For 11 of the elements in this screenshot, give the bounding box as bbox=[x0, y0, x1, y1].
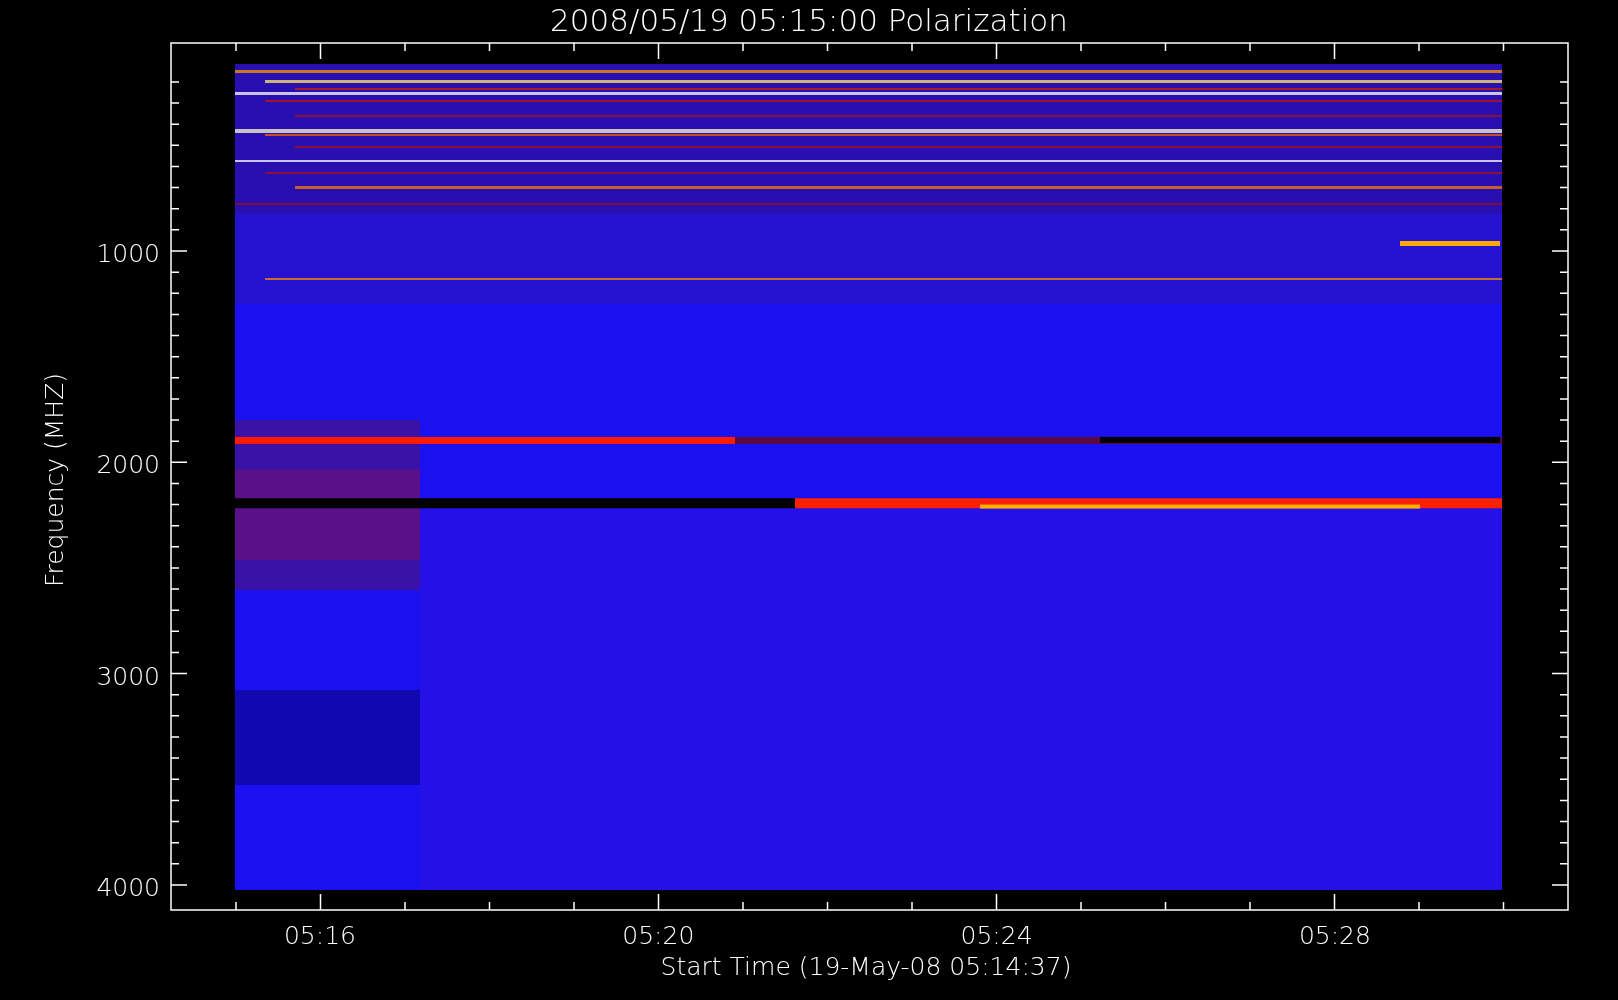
tick-label: 05:16 bbox=[284, 921, 356, 950]
tick-label: 4000 bbox=[96, 872, 160, 902]
axis-title: Start Time (19-May-08 05:14:37) bbox=[660, 952, 1072, 981]
tick-label: 05:20 bbox=[622, 921, 695, 950]
axis-title: Frequency (MHZ) bbox=[40, 372, 69, 588]
tick-label: 1000 bbox=[96, 239, 160, 268]
tick-label: 3000 bbox=[96, 661, 160, 691]
tick-label: 05:28 bbox=[1298, 921, 1371, 950]
chart-title: 2008/05/19 05:15:00 Polarization bbox=[550, 2, 1068, 38]
tick-label: 2000 bbox=[96, 450, 160, 480]
tick-label: 05:24 bbox=[960, 921, 1033, 950]
